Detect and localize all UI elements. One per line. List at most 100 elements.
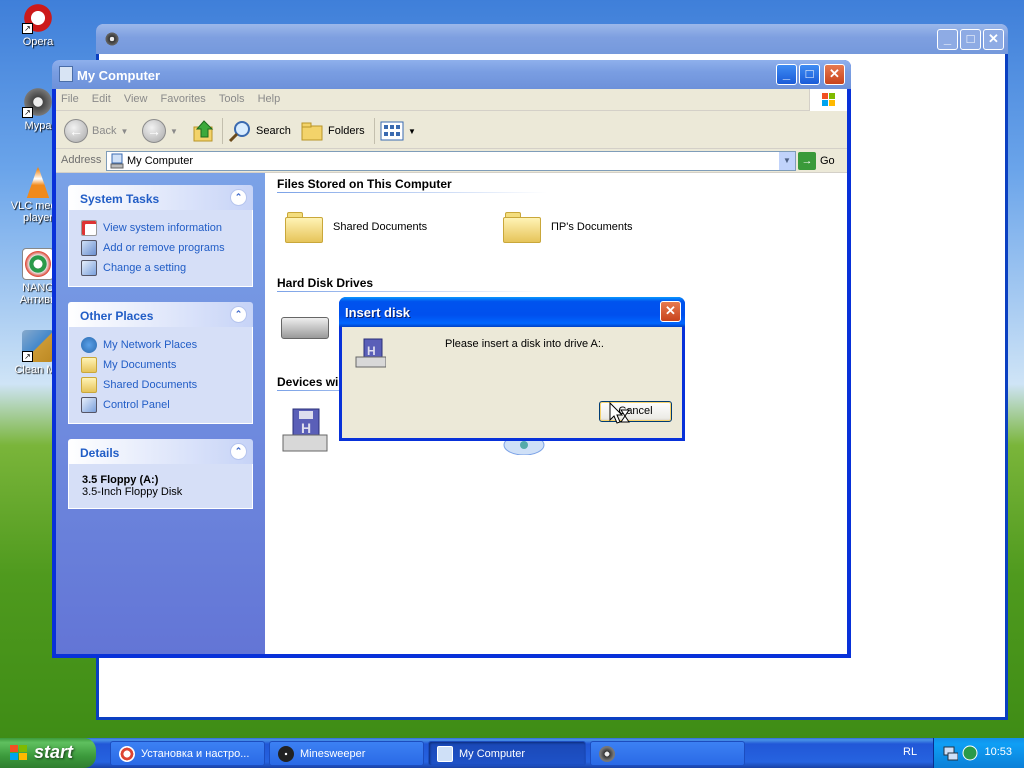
address-input[interactable]: My Computer ▼: [106, 151, 796, 171]
address-label: Address: [61, 154, 102, 166]
other-places-header[interactable]: Other Places ⌃: [68, 302, 253, 327]
start-button[interactable]: start: [0, 738, 96, 768]
folder-icon: [81, 357, 97, 373]
desktop-icon-opera[interactable]: ↗ Opera: [4, 2, 72, 48]
control-panel-icon: [81, 260, 97, 276]
taskbar-task-setup[interactable]: Установка и настро...: [110, 741, 265, 766]
network-tray-icon[interactable]: [942, 745, 958, 761]
svg-text:H: H: [367, 344, 376, 358]
minimize-button[interactable]: _: [937, 29, 958, 50]
nano-antivirus-icon: [22, 248, 54, 280]
views-button[interactable]: ▼: [380, 118, 416, 144]
system-tray: 10:53: [933, 738, 1024, 768]
panel-title: Other Places: [80, 309, 154, 323]
task-label: My Computer: [459, 747, 526, 760]
task-label: Установка и настро...: [141, 747, 250, 760]
item-shared-documents[interactable]: Shared Documents: [285, 211, 427, 243]
taskbar-task-raccoon[interactable]: [590, 741, 745, 766]
search-label: Search: [256, 125, 291, 137]
menu-view[interactable]: View: [119, 89, 153, 105]
forward-button[interactable]: → ▼: [142, 118, 178, 144]
search-icon: [228, 121, 250, 143]
background-window-titlebar[interactable]: _ □ ✕: [96, 24, 1008, 54]
place-my-documents[interactable]: My Documents: [81, 355, 240, 375]
other-places-panel: Other Places ⌃ My Network Places My Docu…: [68, 302, 253, 424]
collapse-chevron-icon[interactable]: ⌃: [230, 443, 247, 460]
address-dropdown-button[interactable]: ▼: [778, 152, 795, 170]
close-button[interactable]: ✕: [660, 301, 681, 322]
add-remove-icon: [81, 240, 97, 256]
menu-file[interactable]: File: [56, 89, 84, 105]
minimize-button[interactable]: _: [776, 64, 797, 85]
language-indicator[interactable]: RL: [903, 746, 917, 758]
folder-icon: [285, 211, 323, 243]
go-button[interactable]: → Go: [798, 152, 835, 170]
menu-tools[interactable]: Tools: [214, 89, 250, 105]
place-label: My Network Places: [103, 339, 198, 351]
place-network[interactable]: My Network Places: [81, 335, 240, 355]
dropdown-arrow-icon: ▼: [170, 126, 178, 136]
close-button[interactable]: ✕: [983, 29, 1004, 50]
raccoon-icon: [599, 745, 615, 762]
item-user-documents[interactable]: ПР's Documents: [503, 211, 633, 243]
mine-icon: [278, 745, 294, 762]
address-value: My Computer: [127, 155, 194, 167]
place-shared-documents[interactable]: Shared Documents: [81, 375, 240, 395]
antivirus-tray-icon[interactable]: [962, 745, 978, 761]
task-label: View system information: [103, 222, 223, 234]
window-titlebar[interactable]: My Computer _ □ ✕: [52, 60, 851, 89]
menu-favorites[interactable]: Favorites: [156, 89, 211, 105]
menu-bar: File Edit View Favorites Tools Help: [56, 89, 847, 111]
task-change-setting[interactable]: Change a setting: [81, 258, 240, 278]
search-button[interactable]: Search: [228, 118, 291, 144]
item-floppy-drive[interactable]: H 3: [281, 407, 345, 453]
menu-help[interactable]: Help: [253, 89, 286, 105]
hard-disk-icon: [281, 317, 329, 339]
windows-logo-icon: [809, 89, 847, 111]
back-arrow-icon: ←: [64, 119, 88, 143]
nano-antivirus-icon: [119, 745, 135, 762]
control-panel-icon: [81, 397, 97, 413]
busy-cursor-icon: [609, 402, 630, 424]
toolbar: ← Back ▼ → ▼ Search Folders ▼: [56, 111, 847, 149]
opera-icon: ↗: [22, 2, 54, 34]
details-header[interactable]: Details ⌃: [68, 439, 253, 464]
insert-disk-dialog[interactable]: Insert disk ✕ H Please insert a disk int…: [339, 297, 685, 441]
views-icon: [380, 121, 404, 141]
taskbar-task-minesweeper[interactable]: Minesweeper: [269, 741, 424, 766]
broom-icon: ↗: [22, 330, 54, 362]
item-local-disk[interactable]: S: [281, 317, 346, 339]
task-pane: System Tasks ⌃ View system information A…: [56, 173, 265, 654]
vlc-cone-icon: [26, 166, 50, 198]
folder-icon: [503, 211, 541, 243]
svg-text:H: H: [301, 420, 311, 436]
maximize-button[interactable]: □: [960, 29, 981, 50]
task-view-system-info[interactable]: View system information: [81, 218, 240, 238]
go-label: Go: [820, 155, 835, 167]
maximize-button[interactable]: □: [799, 64, 820, 85]
details-name: 3.5 Floppy (A:): [82, 474, 159, 486]
taskbar-task-my-computer[interactable]: My Computer: [428, 741, 586, 766]
collapse-chevron-icon[interactable]: ⌃: [230, 306, 247, 323]
task-label: Add or remove programs: [103, 242, 225, 254]
back-button[interactable]: ← Back ▼: [64, 118, 128, 144]
panel-title: Details: [80, 446, 120, 460]
system-info-icon: [81, 220, 97, 236]
group-files-stored: Files Stored on This Computer: [277, 177, 452, 191]
system-tasks-panel: System Tasks ⌃ View system information A…: [68, 185, 253, 287]
clock[interactable]: 10:53: [984, 746, 1012, 758]
menu-edit[interactable]: Edit: [87, 89, 116, 105]
up-folder-button[interactable]: [192, 118, 216, 144]
group-hard-disk-drives: Hard Disk Drives: [277, 276, 374, 290]
close-button[interactable]: ✕: [824, 64, 845, 85]
dialog-titlebar[interactable]: Insert disk ✕: [339, 297, 685, 327]
place-control-panel[interactable]: Control Panel: [81, 395, 240, 415]
place-label: Shared Documents: [103, 379, 198, 391]
collapse-chevron-icon[interactable]: ⌃: [230, 189, 247, 206]
folders-button[interactable]: Folders: [300, 118, 365, 144]
system-tasks-header[interactable]: System Tasks ⌃: [68, 185, 253, 210]
item-label: Shared Documents: [333, 221, 428, 233]
computer-icon: [110, 153, 124, 169]
task-add-remove-programs[interactable]: Add or remove programs: [81, 238, 240, 258]
folder-icon: [81, 377, 97, 393]
